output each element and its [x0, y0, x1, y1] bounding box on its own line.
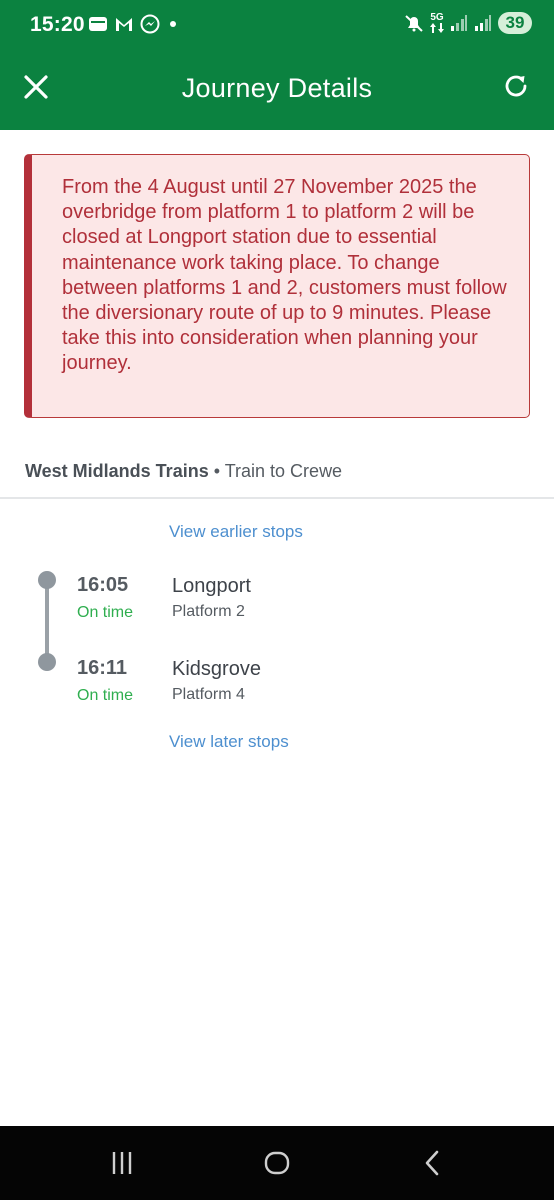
recent-apps-icon: [112, 1152, 132, 1174]
refresh-button[interactable]: [498, 68, 534, 104]
alert-message: From the 4 August until 27 November 2025…: [62, 176, 507, 375]
stop-time: 16:11: [77, 657, 128, 679]
service-alert: From the 4 August until 27 November 2025…: [24, 154, 530, 418]
status-bar: 15:20 5G 39: [0, 0, 554, 52]
app-bar: Journey Details: [0, 52, 554, 130]
network-5g: 5G: [430, 13, 444, 33]
signal-icon-1: [451, 15, 467, 31]
back-button[interactable]: [413, 1146, 453, 1180]
stop-time: 16:05: [77, 574, 129, 596]
train-destination: Train to Crewe: [224, 461, 343, 481]
home-button[interactable]: [257, 1146, 297, 1180]
system-nav-bar: [0, 1126, 554, 1200]
recent-apps-button[interactable]: [102, 1146, 142, 1180]
stop-platform: Platform 4: [172, 686, 245, 703]
status-time: 15:20: [30, 13, 85, 36]
wallet-icon: [89, 17, 107, 31]
dot-icon: [170, 21, 176, 27]
stop-name: Kidsgrove: [172, 658, 261, 680]
timeline-dot-longport: [38, 571, 56, 589]
data-arrows-icon: [430, 23, 444, 33]
network-label: 5G: [430, 12, 444, 23]
notification-icons: [88, 14, 180, 34]
system-icons: 5G 39: [404, 12, 532, 34]
page-title: Journey Details: [181, 73, 373, 103]
stop-status: On time: [77, 687, 134, 704]
refresh-icon: [505, 75, 527, 97]
divider: [0, 497, 554, 499]
timeline-dot-kidsgrove: [38, 653, 56, 671]
service-separator: •: [208, 461, 225, 481]
stop-name: Longport: [172, 575, 251, 597]
stop-platform: Platform 2: [172, 603, 245, 620]
operator-name: West Midlands Trains: [25, 461, 209, 481]
messenger-icon: [140, 14, 160, 34]
stop-status: On time: [77, 604, 134, 621]
service-info: West Midlands Trains • Train to Crewe: [25, 461, 342, 482]
back-icon: [425, 1150, 439, 1176]
home-icon: [264, 1151, 290, 1175]
timeline-line: [45, 580, 49, 662]
mute-icon: [405, 15, 423, 32]
view-earlier-stops-link[interactable]: View earlier stops: [169, 522, 303, 542]
battery-indicator: 39: [498, 12, 532, 34]
gmail-icon: [116, 18, 132, 31]
signal-icon-2: [475, 15, 491, 31]
view-later-stops-link[interactable]: View later stops: [169, 732, 289, 752]
